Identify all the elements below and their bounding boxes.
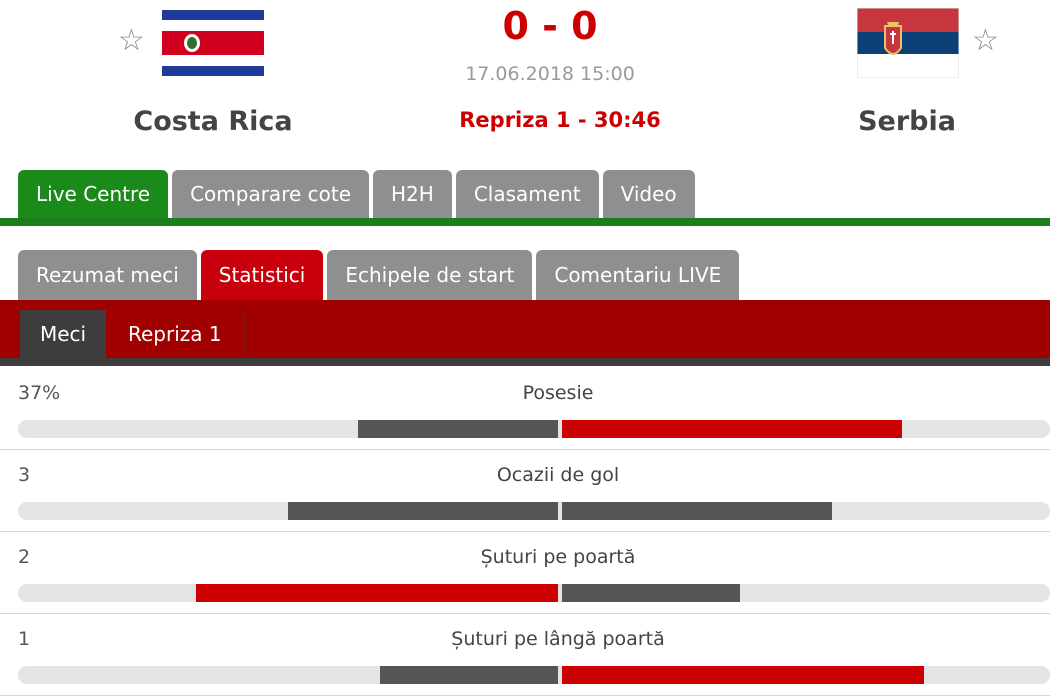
home-team-name[interactable]: Costa Rica <box>103 106 323 137</box>
stat-home-value: 2 <box>18 546 31 568</box>
stat-label: Șuturi pe lângă poartă <box>451 628 665 650</box>
star-outline-icon[interactable]: ☆ <box>118 26 145 56</box>
stat-away-bar <box>562 666 924 684</box>
tab-statistici[interactable]: Statistici <box>200 250 324 300</box>
stats-top-divider <box>0 358 1050 366</box>
match-period-clock: Repriza 1 - 30:46 <box>459 108 661 132</box>
subtab-meci[interactable]: Meci <box>20 310 107 358</box>
stat-away-bar <box>562 584 740 602</box>
star-outline-icon[interactable]: ☆ <box>972 26 999 56</box>
tab-comparare-cote[interactable]: Comparare cote <box>172 170 370 218</box>
stat-home-value: 37% <box>18 382 61 404</box>
stat-label: Ocazii de gol <box>496 464 620 486</box>
stat-home-bar <box>196 584 558 602</box>
stat-home-value: 3 <box>18 464 31 486</box>
tab-video[interactable]: Video <box>602 170 695 218</box>
stat-home-value: 1 <box>18 628 31 650</box>
stat-away-bar <box>562 420 902 438</box>
stat-label: Șuturi pe poartă <box>480 546 636 568</box>
match-header: ☆ Costa Rica 0 - 0 17.06.2018 15:00 Repr… <box>0 0 1050 165</box>
away-team-name[interactable]: Serbia <box>797 106 1017 137</box>
main-tabs-underline <box>0 218 1050 226</box>
tab-h2h[interactable]: H2H <box>373 170 452 218</box>
stat-label: Posesie <box>522 382 594 404</box>
subtab-repriza-1[interactable]: Repriza 1 <box>108 310 242 358</box>
tab-rezumat-meci[interactable]: Rezumat meci <box>18 250 197 300</box>
stat-row: 37% Posesie <box>0 368 1050 450</box>
stat-row: 2 Șuturi pe poartă <box>0 532 1050 614</box>
stat-row: 1 Șuturi pe lângă poartă <box>0 614 1050 696</box>
tab-comentariu-live[interactable]: Comentariu LIVE <box>536 250 740 300</box>
stat-away-bar <box>562 502 832 520</box>
serbia-flag <box>857 8 959 78</box>
subtab-divider <box>244 312 245 356</box>
tab-clasament[interactable]: Clasament <box>455 170 599 218</box>
stat-home-bar <box>380 666 558 684</box>
costa-rica-flag <box>162 10 264 76</box>
match-score: 0 - 0 <box>502 4 598 48</box>
stat-home-bar <box>358 420 558 438</box>
tab-echipele-de-start[interactable]: Echipele de start <box>327 250 533 300</box>
tab-live-centre[interactable]: Live Centre <box>18 170 169 218</box>
stat-home-bar <box>288 502 558 520</box>
stat-row: 3 Ocazii de gol <box>0 450 1050 532</box>
match-datetime: 17.06.2018 15:00 <box>465 63 635 85</box>
row-divider <box>0 695 1050 696</box>
main-tabs: Live Centre Comparare cote H2H Clasament… <box>18 170 695 218</box>
detail-tabs: Rezumat meci Statistici Echipele de star… <box>18 250 740 300</box>
